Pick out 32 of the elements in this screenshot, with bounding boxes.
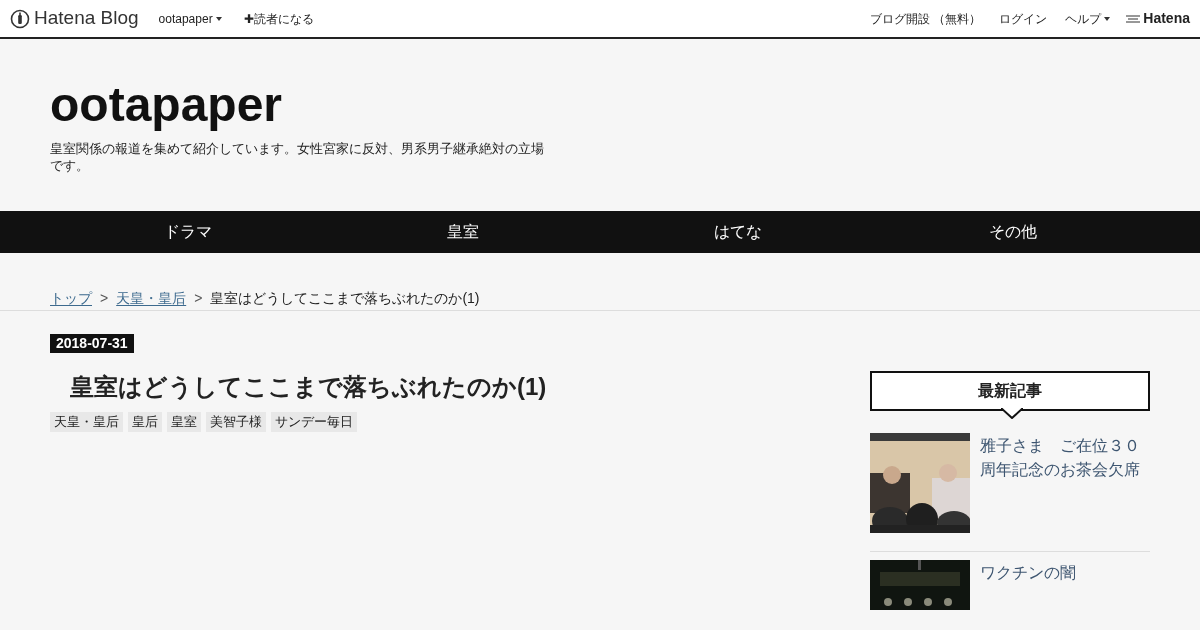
header-link[interactable]: ログイン (999, 9, 1048, 28)
blog-menu[interactable]: ootapaper (158, 9, 222, 28)
entry-link[interactable]: ワクチンの闇 (980, 561, 1076, 610)
breadcrumb-separator: > (194, 289, 203, 308)
category-tag[interactable]: 皇后 (128, 412, 162, 432)
breadcrumb-link[interactable]: トップ (50, 288, 92, 310)
help-menu[interactable]: ヘルプ (1065, 9, 1111, 28)
category-tag[interactable]: 皇室 (167, 412, 201, 432)
blog-title[interactable]: ootapaper (50, 77, 1150, 133)
nav-link[interactable]: ドラマ (163, 223, 212, 240)
blog-description: 皇室関係の報道を集めて紹介しています。女性宮家に反対、男系男子継承絶対の立場です。 (50, 140, 545, 174)
brand-link[interactable]: Hatena (1143, 8, 1190, 29)
logo-link[interactable]: Hatena Blog (34, 4, 139, 33)
subscribe-button[interactable]: ✚読者になる (243, 9, 314, 28)
breadcrumb-separator: > (100, 289, 109, 308)
brand-icon (1126, 13, 1141, 24)
category-tag[interactable]: 美智子様 (206, 412, 266, 432)
header-link[interactable]: ブログ開設 （無料） (869, 9, 982, 28)
heading-text: 最新記事 (978, 381, 1042, 401)
nav-link[interactable]: 皇室 (446, 223, 479, 240)
nav-link[interactable]: はてな (713, 223, 762, 240)
breadcrumb-current: 皇室はどうしてここまで落ちぶれたのか(1) (210, 289, 480, 308)
category-tag[interactable]: 天皇・皇后 (50, 412, 123, 432)
caret-icon (1104, 16, 1111, 21)
date-badge: 2018-07-31 (50, 334, 134, 353)
article-title: 皇室はどうしてここまで落ちぶれたのか(1) (70, 372, 548, 402)
logo-icon (10, 8, 30, 29)
nav-link[interactable]: その他 (988, 223, 1037, 240)
caret-icon (215, 16, 222, 21)
category-tag[interactable]: サンデー毎日 (271, 412, 357, 432)
entry-link[interactable]: 雅子さま ご在位３０周年記念のお茶会欠席 (980, 434, 1150, 533)
breadcrumb-link[interactable]: 天皇・皇后 (116, 288, 187, 310)
